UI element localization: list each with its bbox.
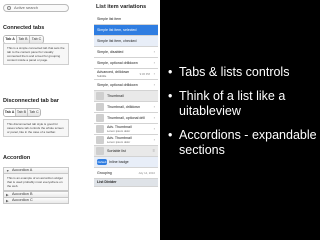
chevron-right-icon: ›	[153, 104, 155, 109]
list-item-advanced[interactable]: Advanced, drilldown Subtitle 9:36 PM ›	[94, 69, 158, 80]
disconnected-tabs-heading: Disconnected tab bar	[3, 98, 59, 104]
bullet-icon: •	[168, 65, 173, 79]
list-item-note: 9:36 PM	[139, 72, 150, 76]
list-item-label: Thumbnail	[107, 94, 124, 98]
list-item-thumbnail-drilldown[interactable]: Thumbnail, drilldown ›	[94, 102, 158, 113]
list-item-thumbnail-optional[interactable]: Thumbnail, optional drill ›	[94, 113, 158, 124]
bullet-icon: •	[168, 128, 173, 142]
disconnected-tabs: Tab A Tab B Tab C	[3, 108, 41, 117]
disconnected-tab-panel: This disconnected tab style is good for …	[3, 119, 69, 137]
thumbnail-image	[96, 136, 104, 144]
list-item-subtitle: Lorem ipsum dolor	[107, 129, 131, 133]
reorder-icon[interactable]: ≡	[153, 146, 155, 156]
list-item-sortable[interactable]: Sortable list ≡	[94, 146, 158, 157]
chevron-right-icon: ›	[153, 115, 155, 120]
dtab-c[interactable]: Tab C	[28, 109, 40, 116]
list-item-label: Grouping	[97, 171, 112, 175]
search-placeholder: Active search	[14, 5, 39, 10]
accordion-item-a[interactable]: ▼ Accordion A	[3, 167, 69, 174]
tab-a[interactable]: Tab A	[4, 36, 17, 43]
list-item-optional[interactable]: Simple, optional drilldown ›	[94, 58, 158, 69]
tab-b[interactable]: Tab B	[17, 36, 30, 43]
dtab-a[interactable]: Tab A	[4, 109, 16, 116]
list-item-badge[interactable]: Default Inline badge	[94, 157, 158, 168]
list-item-disabled[interactable]: Simple, disabled ›	[94, 47, 158, 58]
list-item-label: Inline badge	[109, 160, 129, 164]
accordion-label: Accordion B	[12, 192, 33, 196]
chevron-right-icon: ›	[153, 82, 155, 87]
list-item-adv-thumbnail[interactable]: Adv. Thumbnail Lorem ipsum dolor ›	[94, 135, 158, 146]
inline-badge: Default	[97, 159, 107, 165]
list-variations: Simple list item Simple list item, selec…	[94, 14, 158, 187]
list-item-label: Sortable list	[107, 149, 126, 153]
list-item-label: Simple, disabled	[97, 50, 124, 54]
screenshot-panel: Active search Connected tabs Tab A Tab B…	[0, 0, 160, 240]
thumbnail-image	[96, 103, 104, 111]
accordion-heading: Accordion	[3, 155, 31, 161]
chevron-right-icon: ›	[153, 126, 155, 131]
list-divider-label: List Divider	[97, 180, 117, 184]
list-divider: List Divider	[94, 179, 158, 187]
bullet-item: • Think of a list like a uitableview	[168, 89, 318, 119]
list-item-thumbnail[interactable]: Thumbnail	[94, 91, 158, 102]
search-icon	[7, 6, 11, 10]
bullet-item: • Tabs & lists controls	[168, 65, 318, 80]
list-item-label: Simple list item, checked	[97, 39, 137, 43]
list-item-label: Thumbnail, optional drill	[107, 116, 145, 120]
list-item-adv-thumbnail[interactable]: Adv. Thumbnail Lorem ipsum dolor ›	[94, 124, 158, 135]
chevron-right-icon: ›	[153, 71, 155, 76]
accordion: ▼ Accordion A This is an example of an a…	[3, 167, 69, 204]
tab-c[interactable]: Tab C	[30, 36, 43, 43]
dtab-b[interactable]: Tab B	[16, 109, 28, 116]
thumbnail-image	[96, 114, 104, 122]
bullet-item: • Accordions - expandable sections	[168, 128, 318, 158]
list-item-selected[interactable]: Simple list item, selected	[94, 25, 158, 36]
list-item-label: Thumbnail, drilldown	[107, 105, 140, 109]
accordion-body: This is an example of an accordion widge…	[3, 173, 69, 191]
bullet-text: Think of a list like a uitableview	[179, 89, 286, 118]
slide-bullets: • Tabs & lists controls • Think of a list …	[168, 65, 318, 167]
list-item-label: Simple list item	[97, 17, 122, 21]
bullet-text: Tabs & lists controls	[179, 65, 290, 79]
chevron-right-icon: ›	[153, 49, 155, 54]
chevron-right-icon: ▶	[6, 199, 9, 203]
list-item-grouping[interactable]: Grouping July 14, 2010	[94, 168, 158, 179]
thumbnail-image	[96, 125, 104, 133]
accordion-item-c[interactable]: ▶ Accordion C	[3, 197, 69, 204]
list-item-label: Simple list item, selected	[97, 28, 137, 32]
connected-tab-panel: This is a simple connected tab that sets…	[3, 43, 69, 65]
list-title: List item variations	[96, 4, 147, 10]
bullet-text: Accordions - expandable sections	[179, 128, 317, 157]
chevron-right-icon: ›	[153, 60, 155, 65]
chevron-right-icon: ›	[153, 137, 155, 142]
list-item-checked[interactable]: Simple list item, checked	[94, 36, 158, 47]
list-item-label: Simple, optional drilldown	[97, 61, 138, 65]
list-item-note: July 14, 2010	[138, 171, 155, 175]
list-item-label: Simple, optional drilldown	[97, 83, 138, 87]
connected-tabs-heading: Connected tabs	[3, 25, 45, 31]
accordion-label: Accordion A	[12, 168, 33, 172]
drag-handle-icon[interactable]	[96, 147, 104, 155]
chevron-down-icon: ▼	[6, 169, 10, 173]
thumbnail-image	[96, 92, 104, 100]
list-item-subtitle: Subtitle	[97, 74, 107, 78]
bullet-icon: •	[168, 89, 173, 103]
accordion-label: Accordion C	[12, 198, 33, 202]
list-item-simple-optional[interactable]: Simple, optional drilldown ›	[94, 80, 158, 91]
search-field[interactable]: Active search	[3, 4, 69, 12]
list-item[interactable]: Simple list item	[94, 14, 158, 25]
list-item-subtitle: Lorem ipsum dolor	[107, 140, 131, 144]
